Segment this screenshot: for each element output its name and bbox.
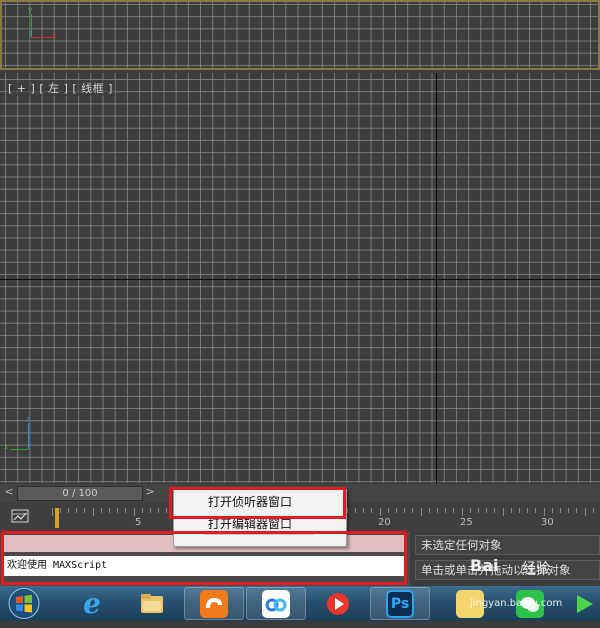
- prompt-line: 单击或单击并拖动以选择对象: [415, 560, 600, 580]
- taskbar-ie[interactable]: e: [62, 587, 122, 620]
- video-player-icon: [324, 590, 352, 618]
- taskbar-explorer[interactable]: [122, 587, 182, 620]
- next-frame-button[interactable]: >: [143, 485, 157, 499]
- viewport-top[interactable]: y z x: [0, 0, 600, 70]
- baidu-netdisk-icon: [262, 589, 290, 618]
- gizmo-z-axis: [28, 423, 29, 449]
- context-menu[interactable]: 打开侦听器窗口 打开编辑器窗口: [173, 489, 347, 547]
- selection-status: 未选定任何对象: [415, 535, 600, 555]
- current-frame-marker[interactable]: [55, 508, 59, 528]
- folder-icon: [141, 593, 163, 613]
- viewport-label[interactable]: [ + ] [ 左 ] [ 线框 ]: [6, 80, 115, 96]
- time-slider-thumb[interactable]: 0 / 100: [17, 486, 143, 501]
- taskbar-media[interactable]: [565, 587, 600, 620]
- curve-editor-icon[interactable]: [11, 508, 29, 524]
- watermark-url: jingyan.baidu.com: [470, 598, 563, 609]
- watermark-brand: Bai: [470, 556, 499, 575]
- status-panel: 未选定任何对象 单击或单击并拖动以选择对象: [412, 532, 600, 586]
- world-axis-horizontal: [0, 279, 600, 280]
- photoshop-icon: Ps: [386, 589, 414, 618]
- taskbar-photoshop[interactable]: Ps: [370, 587, 430, 620]
- windows-taskbar[interactable]: e Ps Bai 经验 jingyan.baidu.com: [0, 556, 600, 621]
- uc-browser-icon: [200, 589, 228, 618]
- taskbar-video-player[interactable]: [308, 587, 368, 620]
- ruler-label: 30: [541, 517, 554, 528]
- maxscript-input[interactable]: 欢迎使用 MAXScript: [4, 556, 404, 576]
- start-button[interactable]: [6, 587, 42, 620]
- gizmo-x-label-main: x: [4, 443, 9, 451]
- menu-item-open-editor[interactable]: 打开编辑器窗口: [174, 514, 346, 534]
- watermark-text: 经验: [522, 561, 550, 577]
- menu-separator: [204, 534, 314, 535]
- taskbar-baidu-netdisk[interactable]: [246, 587, 306, 620]
- gizmo-x-axis-main: [10, 449, 28, 450]
- internet-explorer-icon: e: [83, 586, 101, 620]
- taskbar-uc-browser[interactable]: [184, 587, 244, 620]
- ruler-label: 25: [460, 517, 473, 528]
- play-icon: [569, 590, 597, 618]
- prev-frame-button[interactable]: <: [2, 485, 16, 499]
- gizmo-x-label: x: [52, 32, 57, 40]
- world-axis-vertical: [436, 73, 437, 483]
- gizmo-z-label-main: z: [26, 415, 31, 423]
- ruler-label: 5: [135, 517, 142, 528]
- menu-item-open-listener[interactable]: 打开侦听器窗口: [174, 492, 346, 512]
- gizmo-z-label: z: [28, 29, 33, 37]
- ruler-label: 20: [378, 517, 391, 528]
- windows-logo-icon: [8, 588, 40, 619]
- viewport-left[interactable]: [ + ] [ 左 ] [ 线框 ] z x: [0, 73, 600, 483]
- gizmo-y-label: y: [28, 6, 33, 14]
